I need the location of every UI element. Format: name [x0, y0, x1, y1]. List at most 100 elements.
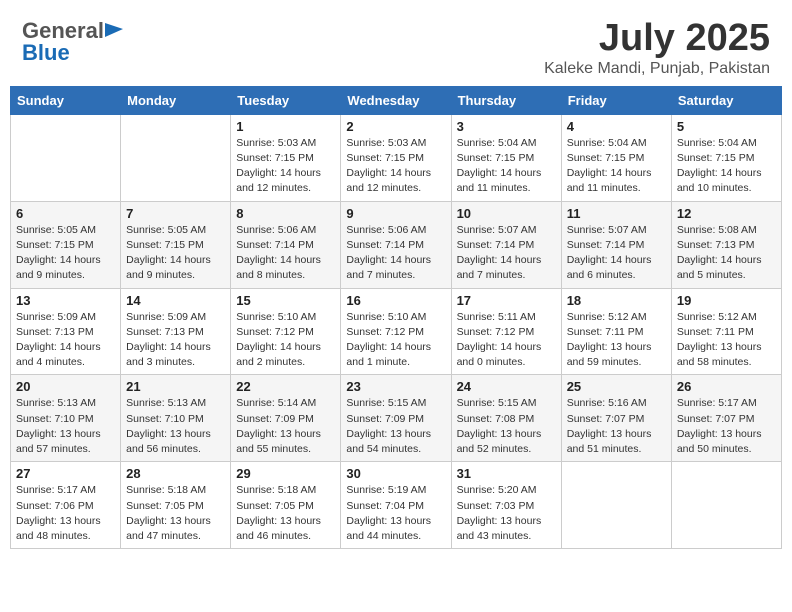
table-row: 5Sunrise: 5:04 AMSunset: 7:15 PMDaylight…: [671, 114, 781, 201]
day-info: Sunrise: 5:03 AMSunset: 7:15 PMDaylight:…: [346, 136, 445, 197]
day-number: 2: [346, 119, 445, 134]
week-row-3: 13 Sunrise: 5:09 AMSunset: 7:13 PMDayligh…: [11, 288, 782, 375]
table-row: [11, 114, 121, 201]
logo: General Blue: [22, 18, 123, 66]
day-info: Sunrise: 5:18 AMSunset: 7:05 PMDaylight:…: [126, 483, 225, 544]
table-row: 27 Sunrise: 5:17 AMSunset: 7:06 PMDayligh…: [11, 462, 121, 549]
day-info: Sunrise: 5:10 AMSunset: 7:12 PMDaylight:…: [236, 310, 335, 371]
day-number: 15: [236, 293, 335, 308]
day-info: Sunrise: 5:05 AMSunset: 7:15 PMDaylight:…: [16, 223, 115, 284]
day-number: 7: [126, 206, 225, 221]
day-info: Sunrise: 5:03 AMSunset: 7:15 PMDaylight:…: [236, 136, 335, 197]
table-row: 17 Sunrise: 5:11 AMSunset: 7:12 PMDayligh…: [451, 288, 561, 375]
day-number: 23: [346, 379, 445, 394]
day-info: Sunrise: 5:11 AMSunset: 7:12 PMDaylight:…: [457, 310, 556, 371]
day-number: 8: [236, 206, 335, 221]
table-row: 11 Sunrise: 5:07 AMSunset: 7:14 PMDayligh…: [561, 201, 671, 288]
table-row: 8 Sunrise: 5:06 AMSunset: 7:14 PMDaylight…: [231, 201, 341, 288]
week-row-5: 27 Sunrise: 5:17 AMSunset: 7:06 PMDayligh…: [11, 462, 782, 549]
day-number: 28: [126, 466, 225, 481]
day-info: Sunrise: 5:17 AMSunset: 7:07 PMDaylight:…: [677, 396, 776, 457]
day-info: Sunrise: 5:07 AMSunset: 7:14 PMDaylight:…: [457, 223, 556, 284]
table-row: 23 Sunrise: 5:15 AMSunset: 7:09 PMDayligh…: [341, 375, 451, 462]
day-info: Sunrise: 5:16 AMSunset: 7:07 PMDaylight:…: [567, 396, 666, 457]
day-info: Sunrise: 5:04 AMSunset: 7:15 PMDaylight:…: [457, 136, 556, 197]
table-row: 2 Sunrise: 5:03 AMSunset: 7:15 PMDaylight…: [341, 114, 451, 201]
table-row: 12 Sunrise: 5:08 AMSunset: 7:13 PMDayligh…: [671, 201, 781, 288]
col-tuesday: Tuesday: [231, 86, 341, 114]
day-info: Sunrise: 5:07 AMSunset: 7:14 PMDaylight:…: [567, 223, 666, 284]
table-row: 16Sunrise: 5:10 AMSunset: 7:12 PMDayligh…: [341, 288, 451, 375]
day-info: Sunrise: 5:06 AMSunset: 7:14 PMDaylight:…: [236, 223, 335, 284]
table-row: 15 Sunrise: 5:10 AMSunset: 7:12 PMDayligh…: [231, 288, 341, 375]
col-sunday: Sunday: [11, 86, 121, 114]
day-number: 25: [567, 379, 666, 394]
day-number: 12: [677, 206, 776, 221]
calendar-table: Sunday Monday Tuesday Wednesday Thursday…: [10, 86, 782, 549]
table-row: 20 Sunrise: 5:13 AMSunset: 7:10 PMDayligh…: [11, 375, 121, 462]
day-number: 11: [567, 206, 666, 221]
logo-blue-text: Blue: [22, 40, 70, 66]
day-info: Sunrise: 5:06 AMSunset: 7:14 PMDaylight:…: [346, 223, 445, 284]
week-row-1: 1 Sunrise: 5:03 AMSunset: 7:15 PMDaylight…: [11, 114, 782, 201]
day-number: 21: [126, 379, 225, 394]
table-row: [561, 462, 671, 549]
table-row: 3Sunrise: 5:04 AMSunset: 7:15 PMDaylight…: [451, 114, 561, 201]
day-number: 6: [16, 206, 115, 221]
day-info: Sunrise: 5:04 AMSunset: 7:15 PMDaylight:…: [677, 136, 776, 197]
day-info: Sunrise: 5:12 AMSunset: 7:11 PMDaylight:…: [677, 310, 776, 371]
day-number: 13: [16, 293, 115, 308]
location-title: Kaleke Mandi, Punjab, Pakistan: [544, 60, 770, 78]
day-info: Sunrise: 5:20 AMSunset: 7:03 PMDaylight:…: [457, 483, 556, 544]
day-info: Sunrise: 5:08 AMSunset: 7:13 PMDaylight:…: [677, 223, 776, 284]
day-info: Sunrise: 5:09 AMSunset: 7:13 PMDaylight:…: [16, 310, 115, 371]
col-monday: Monday: [121, 86, 231, 114]
day-info: Sunrise: 5:18 AMSunset: 7:05 PMDaylight:…: [236, 483, 335, 544]
table-row: [671, 462, 781, 549]
month-title: July 2025: [544, 18, 770, 60]
day-number: 19: [677, 293, 776, 308]
table-row: 14 Sunrise: 5:09 AMSunset: 7:13 PMDayligh…: [121, 288, 231, 375]
day-number: 14: [126, 293, 225, 308]
title-section: July 2025 Kaleke Mandi, Punjab, Pakistan: [544, 18, 770, 78]
day-number: 10: [457, 206, 556, 221]
table-row: 31 Sunrise: 5:20 AMSunset: 7:03 PMDayligh…: [451, 462, 561, 549]
day-number: 27: [16, 466, 115, 481]
table-row: 26 Sunrise: 5:17 AMSunset: 7:07 PMDayligh…: [671, 375, 781, 462]
table-row: 13 Sunrise: 5:09 AMSunset: 7:13 PMDayligh…: [11, 288, 121, 375]
table-row: 19 Sunrise: 5:12 AMSunset: 7:11 PMDayligh…: [671, 288, 781, 375]
day-info: Sunrise: 5:15 AMSunset: 7:08 PMDaylight:…: [457, 396, 556, 457]
day-number: 9: [346, 206, 445, 221]
day-number: 26: [677, 379, 776, 394]
table-row: 30Sunrise: 5:19 AMSunset: 7:04 PMDayligh…: [341, 462, 451, 549]
day-number: 1: [236, 119, 335, 134]
table-row: 28 Sunrise: 5:18 AMSunset: 7:05 PMDayligh…: [121, 462, 231, 549]
day-number: 18: [567, 293, 666, 308]
week-row-2: 6 Sunrise: 5:05 AMSunset: 7:15 PMDaylight…: [11, 201, 782, 288]
table-row: [121, 114, 231, 201]
week-row-4: 20 Sunrise: 5:13 AMSunset: 7:10 PMDayligh…: [11, 375, 782, 462]
table-row: 21 Sunrise: 5:13 AMSunset: 7:10 PMDayligh…: [121, 375, 231, 462]
day-info: Sunrise: 5:14 AMSunset: 7:09 PMDaylight:…: [236, 396, 335, 457]
day-number: 31: [457, 466, 556, 481]
table-row: 6 Sunrise: 5:05 AMSunset: 7:15 PMDaylight…: [11, 201, 121, 288]
day-number: 4: [567, 119, 666, 134]
day-info: Sunrise: 5:12 AMSunset: 7:11 PMDaylight:…: [567, 310, 666, 371]
day-info: Sunrise: 5:13 AMSunset: 7:10 PMDaylight:…: [16, 396, 115, 457]
day-number: 20: [16, 379, 115, 394]
day-number: 17: [457, 293, 556, 308]
day-number: 24: [457, 379, 556, 394]
day-info: Sunrise: 5:15 AMSunset: 7:09 PMDaylight:…: [346, 396, 445, 457]
table-row: 1 Sunrise: 5:03 AMSunset: 7:15 PMDaylight…: [231, 114, 341, 201]
day-number: 22: [236, 379, 335, 394]
page-header: General Blue July 2025 Kaleke Mandi, Pun…: [10, 10, 782, 82]
day-info: Sunrise: 5:10 AMSunset: 7:12 PMDaylight:…: [346, 310, 445, 371]
table-row: 24 Sunrise: 5:15 AMSunset: 7:08 PMDayligh…: [451, 375, 561, 462]
day-info: Sunrise: 5:19 AMSunset: 7:04 PMDaylight:…: [346, 483, 445, 544]
day-info: Sunrise: 5:17 AMSunset: 7:06 PMDaylight:…: [16, 483, 115, 544]
day-info: Sunrise: 5:13 AMSunset: 7:10 PMDaylight:…: [126, 396, 225, 457]
table-row: 7Sunrise: 5:05 AMSunset: 7:15 PMDaylight…: [121, 201, 231, 288]
table-row: 25 Sunrise: 5:16 AMSunset: 7:07 PMDayligh…: [561, 375, 671, 462]
table-row: 4Sunrise: 5:04 AMSunset: 7:15 PMDaylight…: [561, 114, 671, 201]
day-info: Sunrise: 5:09 AMSunset: 7:13 PMDaylight:…: [126, 310, 225, 371]
